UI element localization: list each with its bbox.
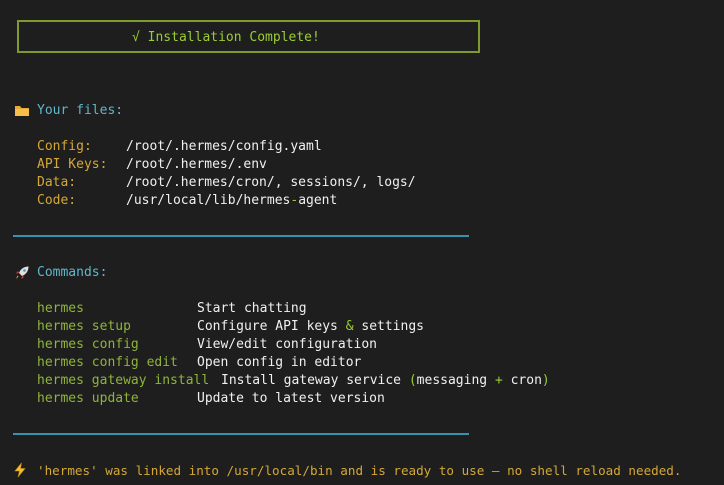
lightning-icon xyxy=(14,462,26,478)
command-hermes-gateway-install-desc: Install gateway service (messaging + cro… xyxy=(221,372,550,390)
command-hermes-config-edit: hermes config edit xyxy=(37,355,178,370)
files-label-data: Data: xyxy=(37,175,77,190)
command-hermes: hermes xyxy=(37,301,84,316)
section-divider xyxy=(13,235,469,237)
section-divider xyxy=(13,433,469,435)
command-gateway-desc-paren-open: ( xyxy=(408,373,417,388)
files-label-code: Code: xyxy=(37,193,77,208)
command-gateway-desc-c: cron xyxy=(502,373,542,388)
files-label-config: Config: xyxy=(37,139,92,154)
command-hermes-setup: hermes setup xyxy=(37,319,131,334)
command-hermes-config-edit-desc: Open config in editor xyxy=(197,355,362,370)
files-value-config: /root/.hermes/config.yaml xyxy=(126,139,322,154)
files-heading: Your files: xyxy=(37,103,124,118)
command-hermes-update: hermes update xyxy=(37,391,139,406)
folder-icon xyxy=(15,106,29,116)
command-hermes-setup-desc-amp: & xyxy=(345,319,354,334)
command-gateway-desc-paren-close: ) xyxy=(541,373,550,388)
command-gateway-desc-plus: + xyxy=(494,373,503,388)
command-hermes-setup-desc-b: settings xyxy=(353,319,424,334)
link-notice: 'hermes' was linked into /usr/local/bin … xyxy=(37,463,682,478)
files-label-api-keys: API Keys: xyxy=(37,157,108,172)
files-value-code-suffix: agent xyxy=(298,193,338,208)
command-gateway-desc-b: messaging xyxy=(416,373,495,388)
command-hermes-gateway-install: hermes gateway install xyxy=(37,373,210,388)
command-hermes-config-desc: View/edit configuration xyxy=(197,337,378,352)
files-value-data: /root/.hermes/cron/, sessions/, logs/ xyxy=(126,175,416,190)
command-hermes-setup-desc-a: Configure API keys xyxy=(197,319,346,334)
completion-banner-text: √ Installation Complete! xyxy=(132,30,320,45)
command-hermes-config: hermes config xyxy=(37,337,139,352)
command-hermes-update-desc: Update to latest version xyxy=(197,391,385,406)
files-value-code-path: /usr/local/lib/hermes xyxy=(126,193,291,208)
rocket-icon xyxy=(16,266,29,279)
command-hermes-desc: Start chatting xyxy=(197,301,307,316)
command-gateway-desc-a: Install gateway service xyxy=(221,373,409,388)
files-value-api-keys: /root/.hermes/.env xyxy=(126,157,267,172)
files-value-code: /usr/local/lib/hermes-agent xyxy=(126,192,337,210)
command-hermes-setup-desc: Configure API keys & settings xyxy=(197,318,424,336)
commands-heading: Commands: xyxy=(37,265,108,280)
